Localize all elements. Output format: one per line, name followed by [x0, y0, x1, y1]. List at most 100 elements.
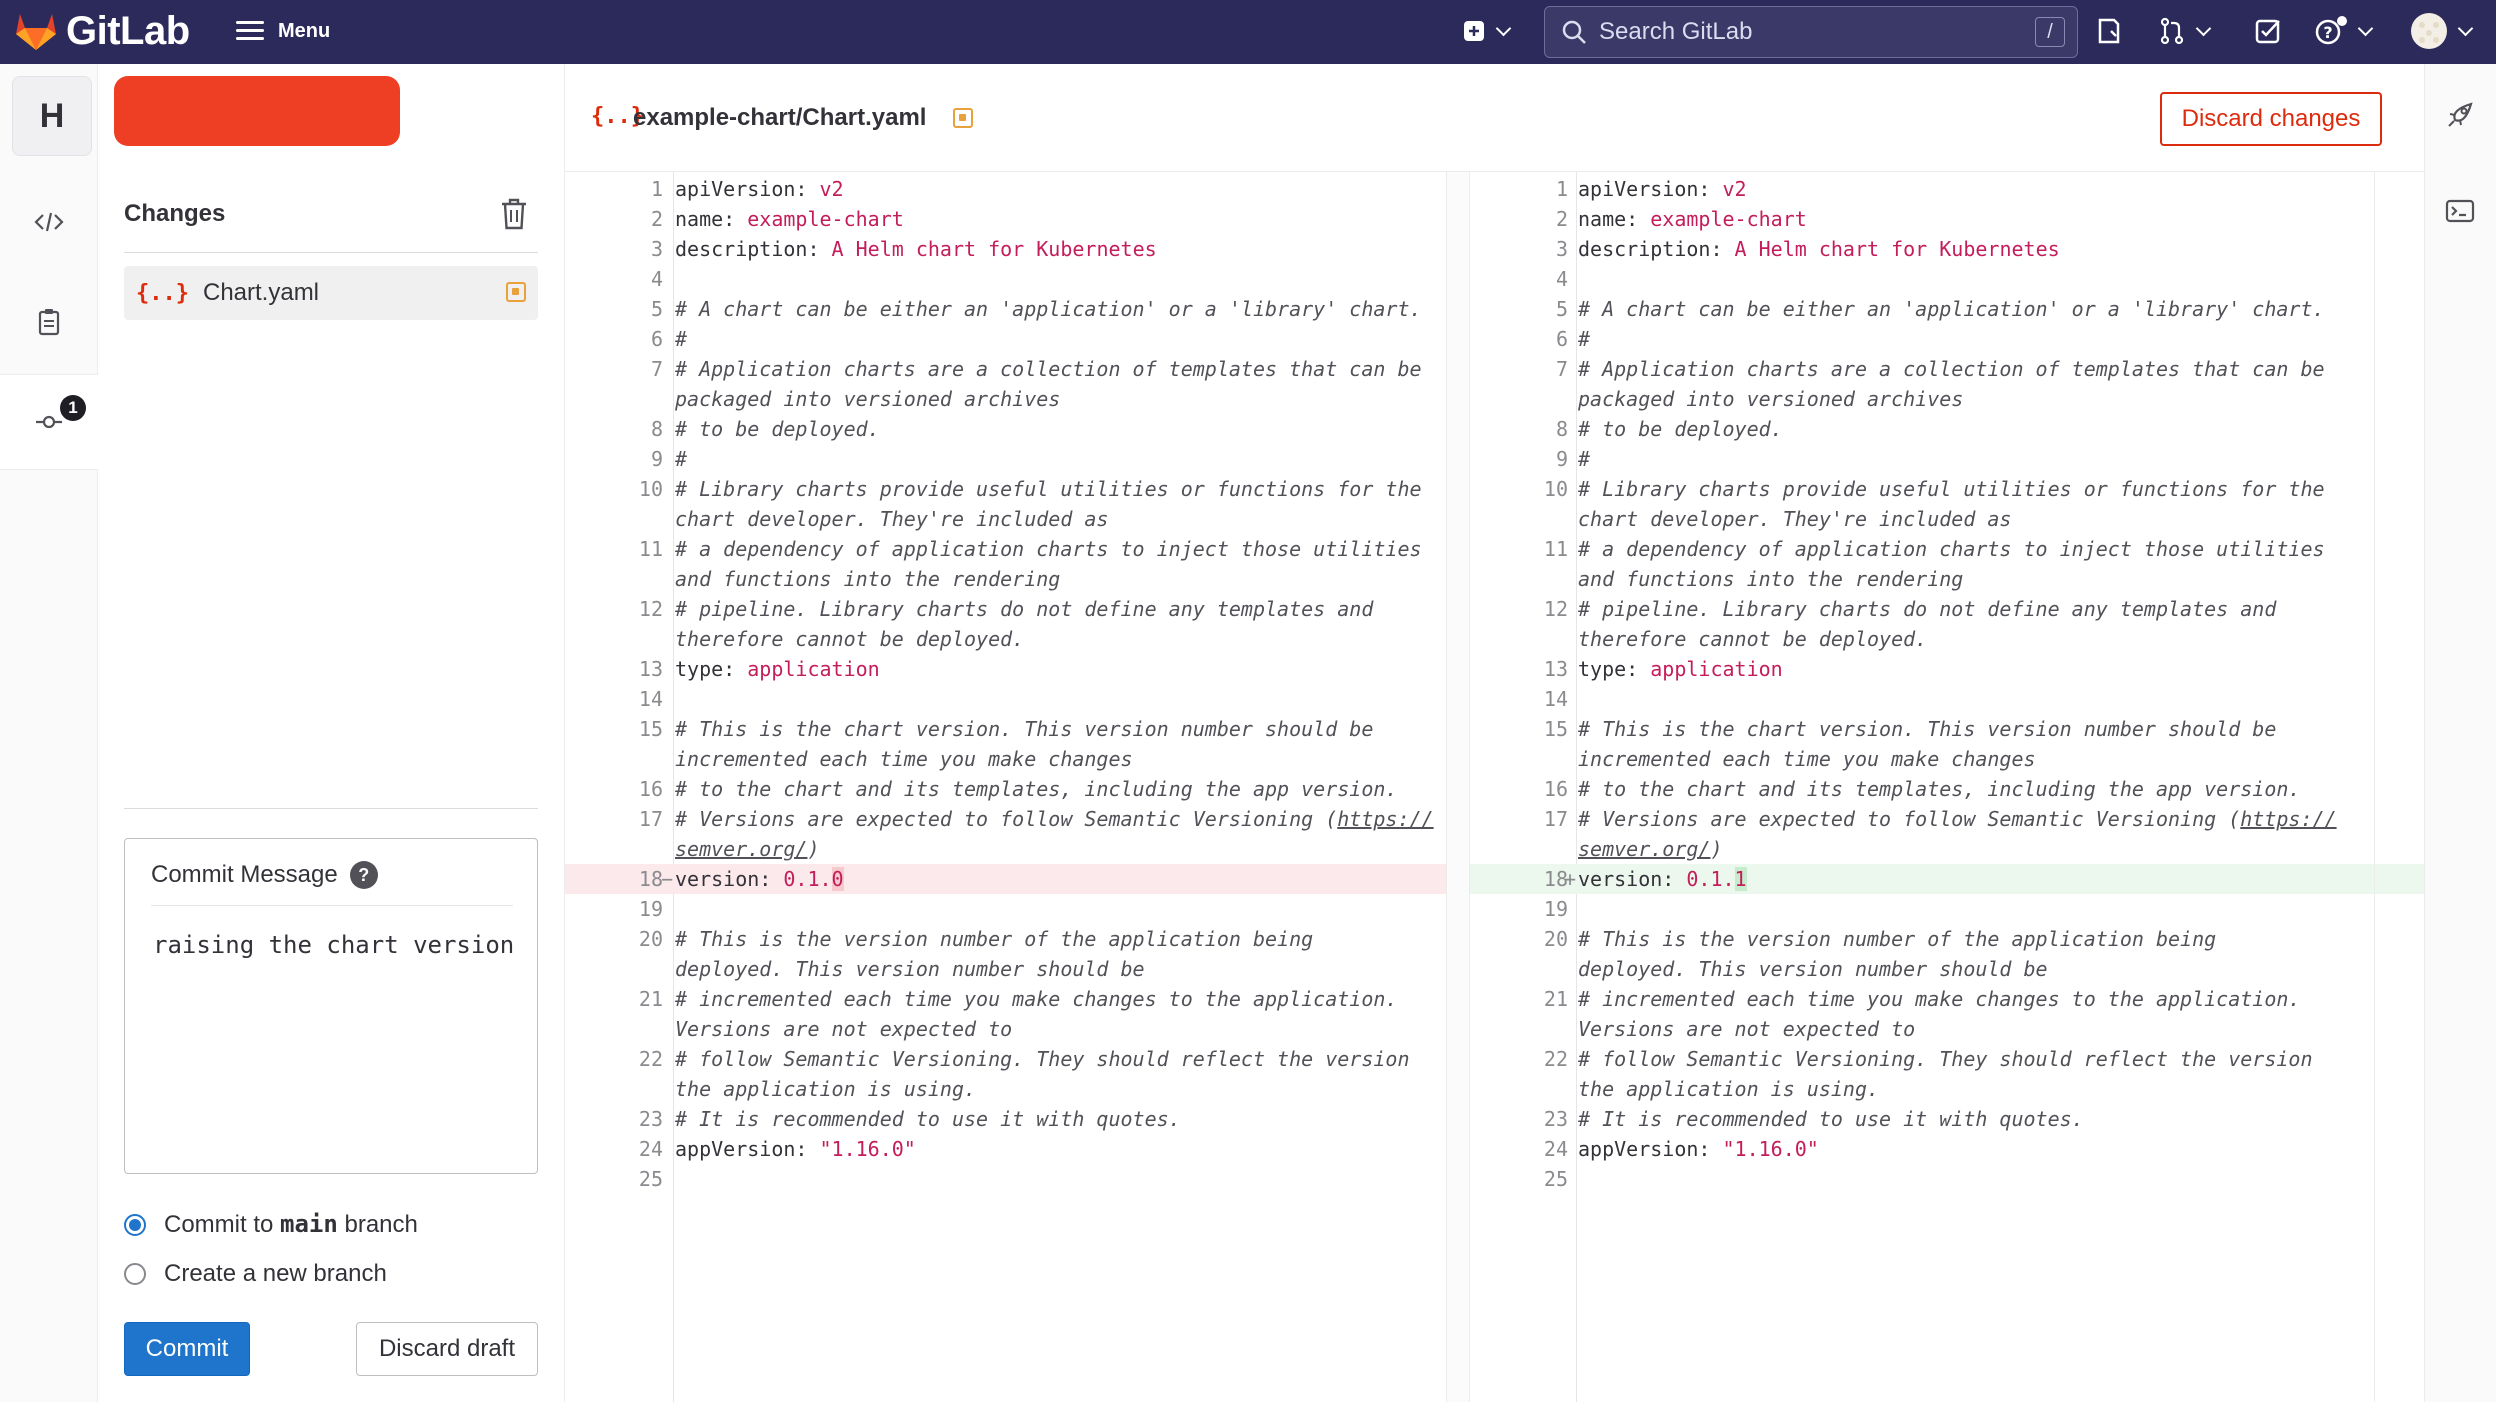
gitlab-logo-icon[interactable]: [12, 8, 60, 52]
line-number: 19: [638, 897, 663, 921]
code-comment: # to be deployed.: [1578, 417, 1783, 441]
commit-message-label: Commit Message: [151, 861, 338, 888]
ide-activity-bar: H 1: [0, 64, 98, 1402]
gutter-divider: [673, 172, 674, 1402]
code-line: type: application: [1578, 654, 1783, 684]
code-line: # incremented each time you make changes…: [1578, 984, 2300, 1014]
commit-to-main-option[interactable]: Commit to main branch: [124, 1210, 418, 1239]
todo-check-icon: [2255, 19, 2280, 44]
line-number: 12: [1543, 597, 1568, 621]
commit-to-main-label: Commit to main branch: [164, 1210, 418, 1238]
code-line-wrap: therefore cannot be deployed.: [1578, 624, 1927, 654]
commit-icon: [36, 415, 62, 429]
edit-mode-button[interactable]: [0, 174, 98, 270]
merge-requests-button[interactable]: [2158, 12, 2212, 50]
line-number: 24: [1543, 1137, 1568, 1161]
code-line: #: [675, 444, 687, 474]
create-new-branch-option[interactable]: Create a new branch: [124, 1260, 387, 1288]
code-line: # Application charts are a collection of…: [1578, 354, 2325, 384]
code-line: # Library charts provide useful utilitie…: [1578, 474, 2325, 504]
code-line: # to be deployed.: [1578, 414, 1783, 444]
code-line: # Versions are expected to follow Semant…: [675, 804, 1434, 834]
commit-message-textarea[interactable]: raising the chart version: [153, 931, 514, 959]
line-number: 4: [650, 267, 663, 291]
line-number: 22: [1543, 1047, 1568, 1071]
search-placeholder: Search GitLab: [1599, 18, 1753, 45]
code-line: # Library charts provide useful utilitie…: [675, 474, 1422, 504]
code-line: description: A Helm chart for Kubernetes: [675, 234, 1157, 264]
diff-original-pane[interactable]: 1 apiVersion: v2 2 name: example-chart 3 desc…: [564, 172, 1446, 1402]
code-line-wrap: incremented each time you make changes: [675, 744, 1133, 774]
line-number: 23: [1543, 1107, 1568, 1131]
divider: [151, 905, 513, 906]
todos-button[interactable]: [2254, 12, 2282, 50]
line-number: 18: [1543, 867, 1568, 891]
code-line: # A chart can be either an 'application'…: [675, 294, 1422, 324]
line-number: 25: [638, 1167, 663, 1191]
diff-pane-divider[interactable]: [1446, 172, 1470, 1402]
create-new-button[interactable]: [1462, 12, 1512, 50]
line-number: 8: [1555, 417, 1568, 441]
code-value: A Helm chart for Kubernetes: [1734, 237, 2060, 261]
discard-draft-button[interactable]: Discard draft: [356, 1322, 538, 1376]
code-line: # incremented each time you make changes…: [675, 984, 1397, 1014]
branch-selector-redacted[interactable]: [114, 76, 400, 146]
code-comment: and functions into the rendering: [1578, 567, 1964, 591]
line-number: 13: [1543, 657, 1568, 681]
code-line: # to the chart and its templates, includ…: [675, 774, 1397, 804]
gitlab-brand[interactable]: GitLab: [66, 8, 190, 54]
rocket-icon: [2448, 102, 2473, 127]
help-icon[interactable]: ?: [349, 861, 378, 889]
line-number: 2: [1555, 207, 1568, 231]
user-menu-button[interactable]: [2410, 12, 2474, 50]
code-line: # a dependency of application charts to …: [1578, 534, 2325, 564]
line-number: 9: [650, 447, 663, 471]
line-number: 6: [1555, 327, 1568, 351]
code-link: https://: [1337, 807, 1434, 831]
gutter-divider: [1576, 172, 1577, 1402]
code-line: apiVersion: v2: [675, 174, 844, 204]
code-value: A Helm chart for Kubernetes: [831, 237, 1157, 261]
code-line: # a dependency of application charts to …: [675, 534, 1422, 564]
project-avatar[interactable]: H: [12, 76, 92, 156]
code-comment: # This is the version number of the appl…: [675, 927, 1314, 951]
search-input[interactable]: Search GitLab /: [1544, 6, 2078, 58]
create-new-branch-radio[interactable]: [124, 1263, 146, 1285]
line-number: 5: [1555, 297, 1568, 321]
pipelines-button[interactable]: [2445, 100, 2475, 135]
code-line: # follow Semantic Versioning. They shoul…: [1578, 1044, 2313, 1074]
code-line-wrap: the application is using.: [1578, 1074, 1879, 1104]
deleted-char: 0: [831, 867, 844, 891]
code-comment: incremented each time you make changes: [675, 747, 1133, 771]
terminal-button[interactable]: [2445, 198, 2475, 229]
commit-to-main-radio[interactable]: [124, 1213, 146, 1236]
modified-status-icon: [953, 108, 973, 128]
code-value: "1.16.0": [819, 1137, 916, 1161]
code-line-wrap: semver.org/): [1578, 834, 1723, 864]
create-new-branch-label: Create a new branch: [164, 1260, 387, 1287]
help-icon: ?: [2315, 16, 2347, 45]
line-number: 5: [650, 297, 663, 321]
review-mode-button[interactable]: [0, 274, 98, 370]
issues-button[interactable]: [2096, 12, 2122, 50]
editor-scrollbar-track[interactable]: [2374, 172, 2375, 1402]
code-key: description:: [1578, 237, 1735, 261]
code-line-wrap: and functions into the rendering: [675, 564, 1060, 594]
menu-button[interactable]: Menu: [236, 12, 330, 50]
discard-changes-button[interactable]: Discard changes: [2160, 92, 2382, 146]
file-path: example-chart/Chart.yaml: [633, 104, 927, 131]
commit-button[interactable]: Commit: [124, 1322, 250, 1376]
code-line-wrap: deployed. This version number should be: [675, 954, 1145, 984]
commit-mode-button[interactable]: 1: [0, 374, 98, 470]
help-menu-button[interactable]: ?: [2314, 12, 2374, 50]
line-number: 21: [638, 987, 663, 1011]
code-line-wrap: chart developer. They're included as: [675, 504, 1108, 534]
code-line: # It is recommended to use it with quote…: [675, 1104, 1181, 1134]
right-sidebar: [2424, 64, 2496, 1402]
diff-modified-pane[interactable]: 1 apiVersion: v2 2 name: example-chart 3 desc…: [1470, 172, 2424, 1402]
trash-icon[interactable]: [498, 196, 530, 232]
code-value: example-chart: [1650, 207, 1807, 231]
changed-file-item[interactable]: {..} Chart.yaml: [124, 266, 538, 320]
code-comment: packaged into versioned archives: [675, 387, 1061, 411]
code-icon: [34, 212, 64, 232]
